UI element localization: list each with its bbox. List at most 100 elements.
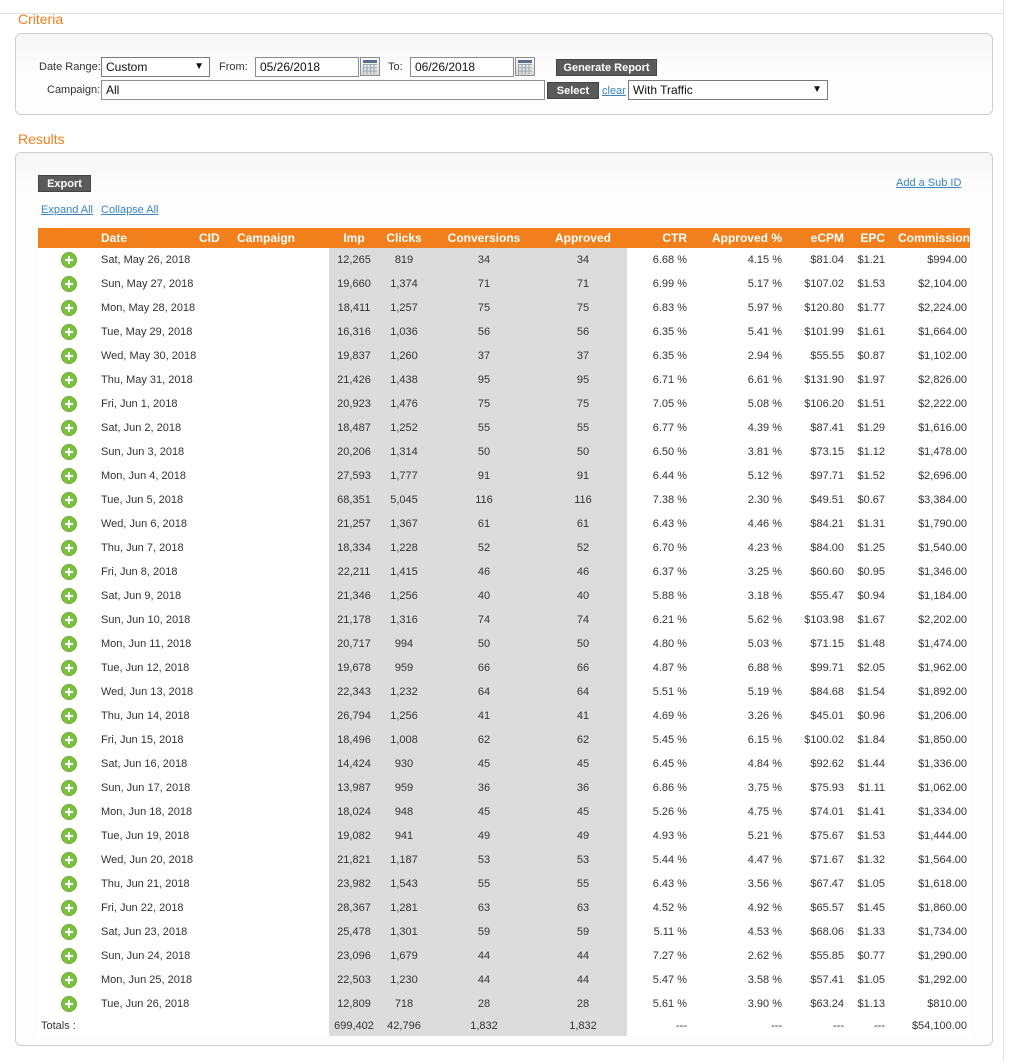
- cell-conversions: 75: [429, 392, 539, 416]
- cell-approved: 46: [539, 560, 627, 584]
- cell-conversions: 45: [429, 752, 539, 776]
- column-header-cid[interactable]: CID: [196, 228, 234, 248]
- clear-link[interactable]: clear: [602, 85, 626, 97]
- from-date-input[interactable]: 05/26/2018: [255, 57, 359, 77]
- cell-conversions: 59: [429, 920, 539, 944]
- row-expand: [38, 560, 98, 584]
- table-row: Tue, Jun 5, 2018 68,351 5,045 116 116 7.38 % 2…: [38, 488, 970, 512]
- plus-circle-icon[interactable]: [61, 468, 77, 484]
- column-header-clicks[interactable]: Clicks: [379, 228, 429, 248]
- collapse-all-link[interactable]: Collapse All: [101, 204, 158, 216]
- cell-clicks: 1,476: [379, 392, 429, 416]
- plus-circle-icon[interactable]: [61, 780, 77, 796]
- plus-circle-icon[interactable]: [61, 948, 77, 964]
- row-expand: [38, 464, 98, 488]
- plus-circle-icon[interactable]: [61, 924, 77, 940]
- cell-conversions: 50: [429, 632, 539, 656]
- plus-circle-icon[interactable]: [61, 684, 77, 700]
- column-header-ecpm[interactable]: eCPM: [785, 228, 847, 248]
- date-range-select[interactable]: Custom ▼: [101, 57, 210, 77]
- totals-campaign: [234, 1016, 329, 1036]
- cell-ecpm: $84.00: [785, 536, 847, 560]
- cell-approved-pct: 5.08 %: [707, 392, 785, 416]
- plus-circle-icon[interactable]: [61, 492, 77, 508]
- cell-ecpm: $99.71: [785, 656, 847, 680]
- cell-clicks: 1,036: [379, 320, 429, 344]
- select-button[interactable]: Select: [547, 82, 599, 99]
- column-header-ctr[interactable]: CTR: [627, 228, 707, 248]
- plus-circle-icon[interactable]: [61, 708, 77, 724]
- column-header-imp[interactable]: Imp: [329, 228, 379, 248]
- row-expand: [38, 920, 98, 944]
- cell-conversions: 62: [429, 728, 539, 752]
- window-right-edge: [1003, 0, 1010, 1061]
- plus-circle-icon[interactable]: [61, 612, 77, 628]
- plus-circle-icon[interactable]: [61, 828, 77, 844]
- cell-imp: 20,923: [329, 392, 379, 416]
- cell-clicks: 1,281: [379, 896, 429, 920]
- totals-cid: [196, 1016, 234, 1036]
- cell-conversions: 74: [429, 608, 539, 632]
- plus-circle-icon[interactable]: [61, 396, 77, 412]
- plus-circle-icon[interactable]: [61, 372, 77, 388]
- plus-circle-icon[interactable]: [61, 324, 77, 340]
- plus-circle-icon[interactable]: [61, 996, 77, 1012]
- plus-circle-icon[interactable]: [61, 588, 77, 604]
- plus-circle-icon[interactable]: [61, 732, 77, 748]
- cell-ecpm: $55.85: [785, 944, 847, 968]
- plus-circle-icon[interactable]: [61, 444, 77, 460]
- table-row: Thu, Jun 7, 2018 18,334 1,228 52 52 6.70 % 4.2…: [38, 536, 970, 560]
- cell-ctr: 6.77 %: [627, 416, 707, 440]
- table-row: Sun, May 27, 2018 19,660 1,374 71 71 6.99 % 5.…: [38, 272, 970, 296]
- table-row: Wed, May 30, 2018 19,837 1,260 37 37 6.35 % 2.…: [38, 344, 970, 368]
- generate-report-button[interactable]: Generate Report: [556, 59, 657, 76]
- plus-circle-icon[interactable]: [61, 300, 77, 316]
- cell-campaign: [234, 848, 329, 872]
- column-header-approved[interactable]: Approved: [539, 228, 627, 248]
- plus-circle-icon[interactable]: [61, 972, 77, 988]
- cell-approved: 91: [539, 464, 627, 488]
- cell-conversions: 36: [429, 776, 539, 800]
- plus-circle-icon[interactable]: [61, 516, 77, 532]
- calendar-icon[interactable]: [515, 57, 535, 76]
- plus-circle-icon[interactable]: [61, 636, 77, 652]
- column-header-commission[interactable]: Commission: [895, 228, 970, 248]
- traffic-filter-select[interactable]: With Traffic ▼: [628, 80, 828, 100]
- row-expand: [38, 272, 98, 296]
- column-header-epc[interactable]: EPC: [847, 228, 895, 248]
- column-header-approved-pct[interactable]: Approved %: [707, 228, 785, 248]
- plus-circle-icon[interactable]: [61, 756, 77, 772]
- column-header-campaign[interactable]: Campaign: [234, 228, 329, 248]
- cell-conversions: 34: [429, 248, 539, 272]
- add-sub-id-link[interactable]: Add a Sub ID: [896, 177, 961, 189]
- row-expand: [38, 584, 98, 608]
- column-header-conversions[interactable]: Conversions: [429, 228, 539, 248]
- cell-commission: $1,102.00: [895, 344, 970, 368]
- plus-circle-icon[interactable]: [61, 540, 77, 556]
- cell-ctr: 7.05 %: [627, 392, 707, 416]
- cell-date: Wed, Jun 6, 2018: [98, 512, 196, 536]
- export-button[interactable]: Export: [38, 175, 91, 192]
- plus-circle-icon[interactable]: [61, 900, 77, 916]
- cell-commission: $994.00: [895, 248, 970, 272]
- column-header-date[interactable]: Date: [98, 228, 196, 248]
- campaign-input[interactable]: All: [101, 80, 545, 100]
- plus-circle-icon[interactable]: [61, 276, 77, 292]
- cell-cid: [196, 248, 234, 272]
- to-date-input[interactable]: 06/26/2018: [410, 57, 514, 77]
- cell-clicks: 1,301: [379, 920, 429, 944]
- campaign-value: All: [106, 83, 120, 97]
- plus-circle-icon[interactable]: [61, 852, 77, 868]
- calendar-icon[interactable]: [360, 57, 380, 76]
- plus-circle-icon[interactable]: [61, 252, 77, 268]
- row-expand: [38, 776, 98, 800]
- plus-circle-icon[interactable]: [61, 348, 77, 364]
- plus-circle-icon[interactable]: [61, 804, 77, 820]
- row-expand: [38, 248, 98, 272]
- plus-circle-icon[interactable]: [61, 876, 77, 892]
- plus-circle-icon[interactable]: [61, 564, 77, 580]
- cell-imp: 21,257: [329, 512, 379, 536]
- plus-circle-icon[interactable]: [61, 660, 77, 676]
- plus-circle-icon[interactable]: [61, 420, 77, 436]
- expand-all-link[interactable]: Expand All: [41, 204, 93, 216]
